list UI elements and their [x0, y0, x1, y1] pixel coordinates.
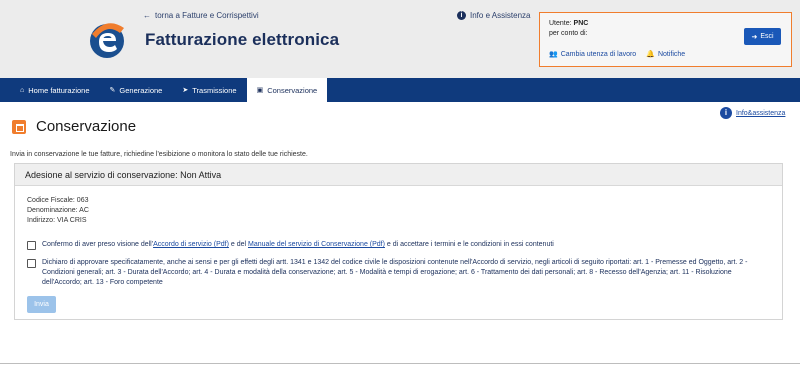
divider — [0, 363, 800, 364]
user-label: Utente: PNC — [549, 20, 588, 27]
archive-box-icon — [12, 120, 26, 134]
user-label-text: Utente: — [549, 20, 572, 27]
invia-button[interactable]: Invia — [27, 296, 56, 313]
tab-trasmissione[interactable]: ➤ Trasmissione — [172, 78, 246, 102]
user-links: 👥 Cambia utenza di lavoro 🔔 Notifiche — [549, 50, 686, 59]
info-link-label: Info e Assistenza — [470, 11, 531, 20]
accept-terms-mid: e del — [228, 241, 248, 248]
exit-button[interactable]: ➜ Esci — [744, 28, 781, 45]
codice-fiscale: Codice Fiscale: 063 — [27, 197, 89, 204]
help-link[interactable]: i Info&assistenza — [720, 107, 785, 119]
user-name: PNC — [573, 20, 589, 27]
change-user-link[interactable]: 👥 Cambia utenza di lavoro — [549, 50, 637, 59]
tab-label: Conservazione — [267, 85, 318, 95]
per-conto-label: per conto di: — [549, 30, 588, 37]
page-title: Conservazione — [36, 118, 137, 135]
panel-heading: Adesione al servizio di conservazione: N… — [15, 164, 782, 186]
main-nav: ⌂ Home fatturazione ✎ Generazione ➤ Tras… — [0, 78, 800, 102]
users-icon: 👥 — [549, 51, 558, 58]
tab-label: Trasmissione — [192, 85, 237, 95]
info-assistenza-link[interactable]: i Info e Assistenza — [457, 11, 530, 20]
tab-home-fatturazione[interactable]: ⌂ Home fatturazione — [0, 78, 100, 102]
user-panel: Utente: PNC per conto di: 👥 Cambia utenz… — [539, 12, 792, 67]
notifications-link[interactable]: 🔔 Notifiche — [646, 50, 686, 59]
info-icon: i — [457, 11, 466, 20]
adesione-panel: Adesione al servizio di conservazione: N… — [14, 163, 783, 320]
approve-articles-row: Dichiaro di approvare specificatamente, … — [27, 258, 772, 288]
indirizzo: Indirizzo: VIA CRIS — [27, 217, 87, 224]
tab-label: Home fatturazione — [28, 85, 90, 95]
back-to-fatture-link[interactable]: ← torna a Fatture e Corrispettivi — [143, 11, 259, 20]
arrow-left-icon: ← — [143, 11, 151, 20]
accept-terms-text: Confermo di aver preso visione dell'Acco… — [42, 240, 554, 250]
manuale-pdf-link[interactable]: Manuale del servizio di Conservazione (P… — [248, 241, 385, 248]
bell-icon: 🔔 — [646, 51, 655, 58]
page-subtitle: Invia in conservazione le tue fatture, r… — [10, 151, 308, 158]
info-circle-icon: i — [720, 107, 732, 119]
accept-terms-pre: Confermo di aver preso visione dell' — [42, 241, 154, 248]
app-title: Fatturazione elettronica — [145, 30, 340, 49]
notifications-label: Notifiche — [657, 50, 686, 58]
accept-terms-checkbox[interactable] — [27, 241, 36, 250]
help-link-label: Info&assistenza — [736, 109, 786, 117]
tab-conservazione[interactable]: ▣ Conservazione — [246, 78, 328, 102]
contributor-info: Codice Fiscale: 063 Denominazione: AC In… — [27, 196, 89, 226]
accept-terms-post: e di accettare i termini e le condizioni… — [384, 241, 554, 248]
logout-icon: ➜ — [751, 33, 758, 41]
change-user-label: Cambia utenza di lavoro — [560, 50, 637, 58]
exit-label: Esci — [760, 33, 774, 40]
accordo-pdf-link[interactable]: Accordo di servizio (Pdf) — [153, 241, 229, 248]
denominazione: Denominazione: AC — [27, 207, 89, 214]
back-link-label: torna a Fatture e Corrispettivi — [155, 11, 259, 20]
home-icon: ⌂ — [20, 86, 25, 94]
app-header: ← torna a Fatture e Corrispettivi Fattur… — [0, 0, 800, 78]
archive-icon: ▣ — [256, 87, 264, 94]
agenzia-entrate-logo — [90, 23, 124, 58]
tab-label: Generazione — [119, 85, 163, 95]
tab-generazione[interactable]: ✎ Generazione — [100, 78, 173, 102]
approve-articles-checkbox[interactable] — [27, 259, 36, 268]
approve-articles-text: Dichiaro di approvare specificatamente, … — [42, 259, 748, 286]
send-icon: ➤ — [182, 87, 189, 94]
accept-terms-row: Confermo di aver preso visione dell'Acco… — [27, 240, 554, 250]
pencil-icon: ✎ — [109, 87, 116, 94]
